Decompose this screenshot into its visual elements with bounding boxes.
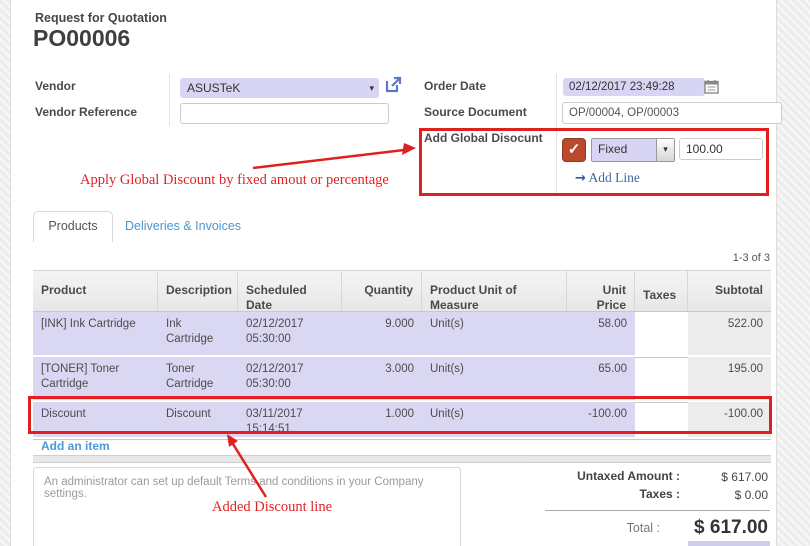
cell-subtotal[interactable]: 195.00 — [688, 357, 771, 400]
totals-separator — [545, 510, 770, 511]
col-header-scheduled-date[interactable]: Scheduled Date — [238, 271, 342, 311]
tab-deliveries-invoices[interactable]: Deliveries & Invoices — [125, 219, 241, 233]
source-document-label: Source Document — [424, 105, 527, 119]
cell-product[interactable]: [TONER] Toner Cartridge — [33, 357, 158, 400]
total-value: $ 617.00 — [650, 517, 768, 539]
cell-unit-price[interactable]: 58.00 — [567, 312, 635, 355]
vendor-select-value: ASUSTeK — [180, 81, 240, 95]
page-background-right — [776, 0, 810, 546]
page-background-left — [0, 0, 11, 546]
cell-taxes[interactable] — [635, 312, 688, 355]
cell-taxes[interactable] — [635, 357, 688, 400]
col-header-taxes[interactable]: Taxes — [635, 271, 688, 311]
totals-top-divider — [530, 462, 770, 463]
col-header-uom[interactable]: Product Unit of Measure — [422, 271, 567, 311]
cell-uom[interactable]: Unit(s) — [422, 357, 567, 400]
cell-unit-price[interactable]: 65.00 — [567, 357, 635, 400]
chevron-down-icon: ▾ — [369, 78, 374, 98]
page-title: PO00006 — [33, 25, 130, 52]
table-header-row: Product Description Scheduled Date Quant… — [33, 270, 771, 312]
cell-description[interactable]: Ink Cartridge — [158, 312, 238, 355]
order-date-label: Order Date — [424, 79, 486, 93]
source-document-input[interactable]: OP/00004, OP/00003 — [562, 102, 782, 124]
taxes-label: Taxes : — [520, 487, 680, 501]
vendor-label: Vendor — [35, 79, 76, 93]
untaxed-amount-label: Untaxed Amount : — [520, 469, 680, 483]
cell-uom[interactable]: Unit(s) — [422, 312, 567, 355]
col-header-product[interactable]: Product — [33, 271, 158, 311]
order-date-input[interactable]: 02/12/2017 23:49:28 — [563, 78, 705, 96]
vendor-reference-input[interactable] — [180, 103, 389, 124]
external-link-icon[interactable] — [384, 76, 402, 94]
vendor-select[interactable]: ASUSTeK ▾ — [180, 78, 379, 98]
untaxed-amount-value: $ 617.00 — [680, 470, 768, 484]
cell-quantity[interactable]: 9.000 — [342, 312, 422, 355]
col-header-description[interactable]: Description — [158, 271, 238, 311]
col-header-subtotal[interactable]: Subtotal — [688, 271, 771, 311]
total-label: Total : — [560, 521, 660, 535]
cell-subtotal[interactable]: 522.00 — [688, 312, 771, 355]
col-header-quantity[interactable]: Quantity — [342, 271, 422, 311]
annotation-note-global-discount: Apply Global Discount by fixed amout or … — [80, 172, 389, 189]
cell-scheduled-date[interactable]: 02/12/2017 05:30:00 — [238, 357, 342, 400]
cell-description[interactable]: Toner Cartridge — [158, 357, 238, 400]
calendar-icon[interactable] — [704, 79, 719, 99]
pager[interactable]: 1-3 of 3 — [690, 252, 770, 264]
field-separator — [169, 74, 170, 126]
tab-products[interactable]: Products — [33, 211, 113, 242]
vendor-reference-label: Vendor Reference — [35, 105, 137, 119]
taxes-value: $ 0.00 — [680, 488, 768, 502]
document-type-label: Request for Quotation — [35, 11, 167, 25]
total-highlight-strip — [688, 541, 770, 546]
table-row[interactable]: [INK] Ink Cartridge Ink Cartridge 02/12/… — [33, 312, 771, 357]
col-header-unit-price[interactable]: Unit Price — [567, 271, 635, 311]
cell-quantity[interactable]: 3.000 — [342, 357, 422, 400]
annotation-box-discount-row — [28, 396, 772, 434]
add-an-item-link[interactable]: Add an item — [41, 439, 110, 453]
cell-product[interactable]: [INK] Ink Cartridge — [33, 312, 158, 355]
annotation-box-global-discount — [419, 128, 769, 196]
cell-scheduled-date[interactable]: 02/12/2017 05:30:00 — [238, 312, 342, 355]
annotation-note-discount-line: Added Discount line — [212, 499, 332, 516]
